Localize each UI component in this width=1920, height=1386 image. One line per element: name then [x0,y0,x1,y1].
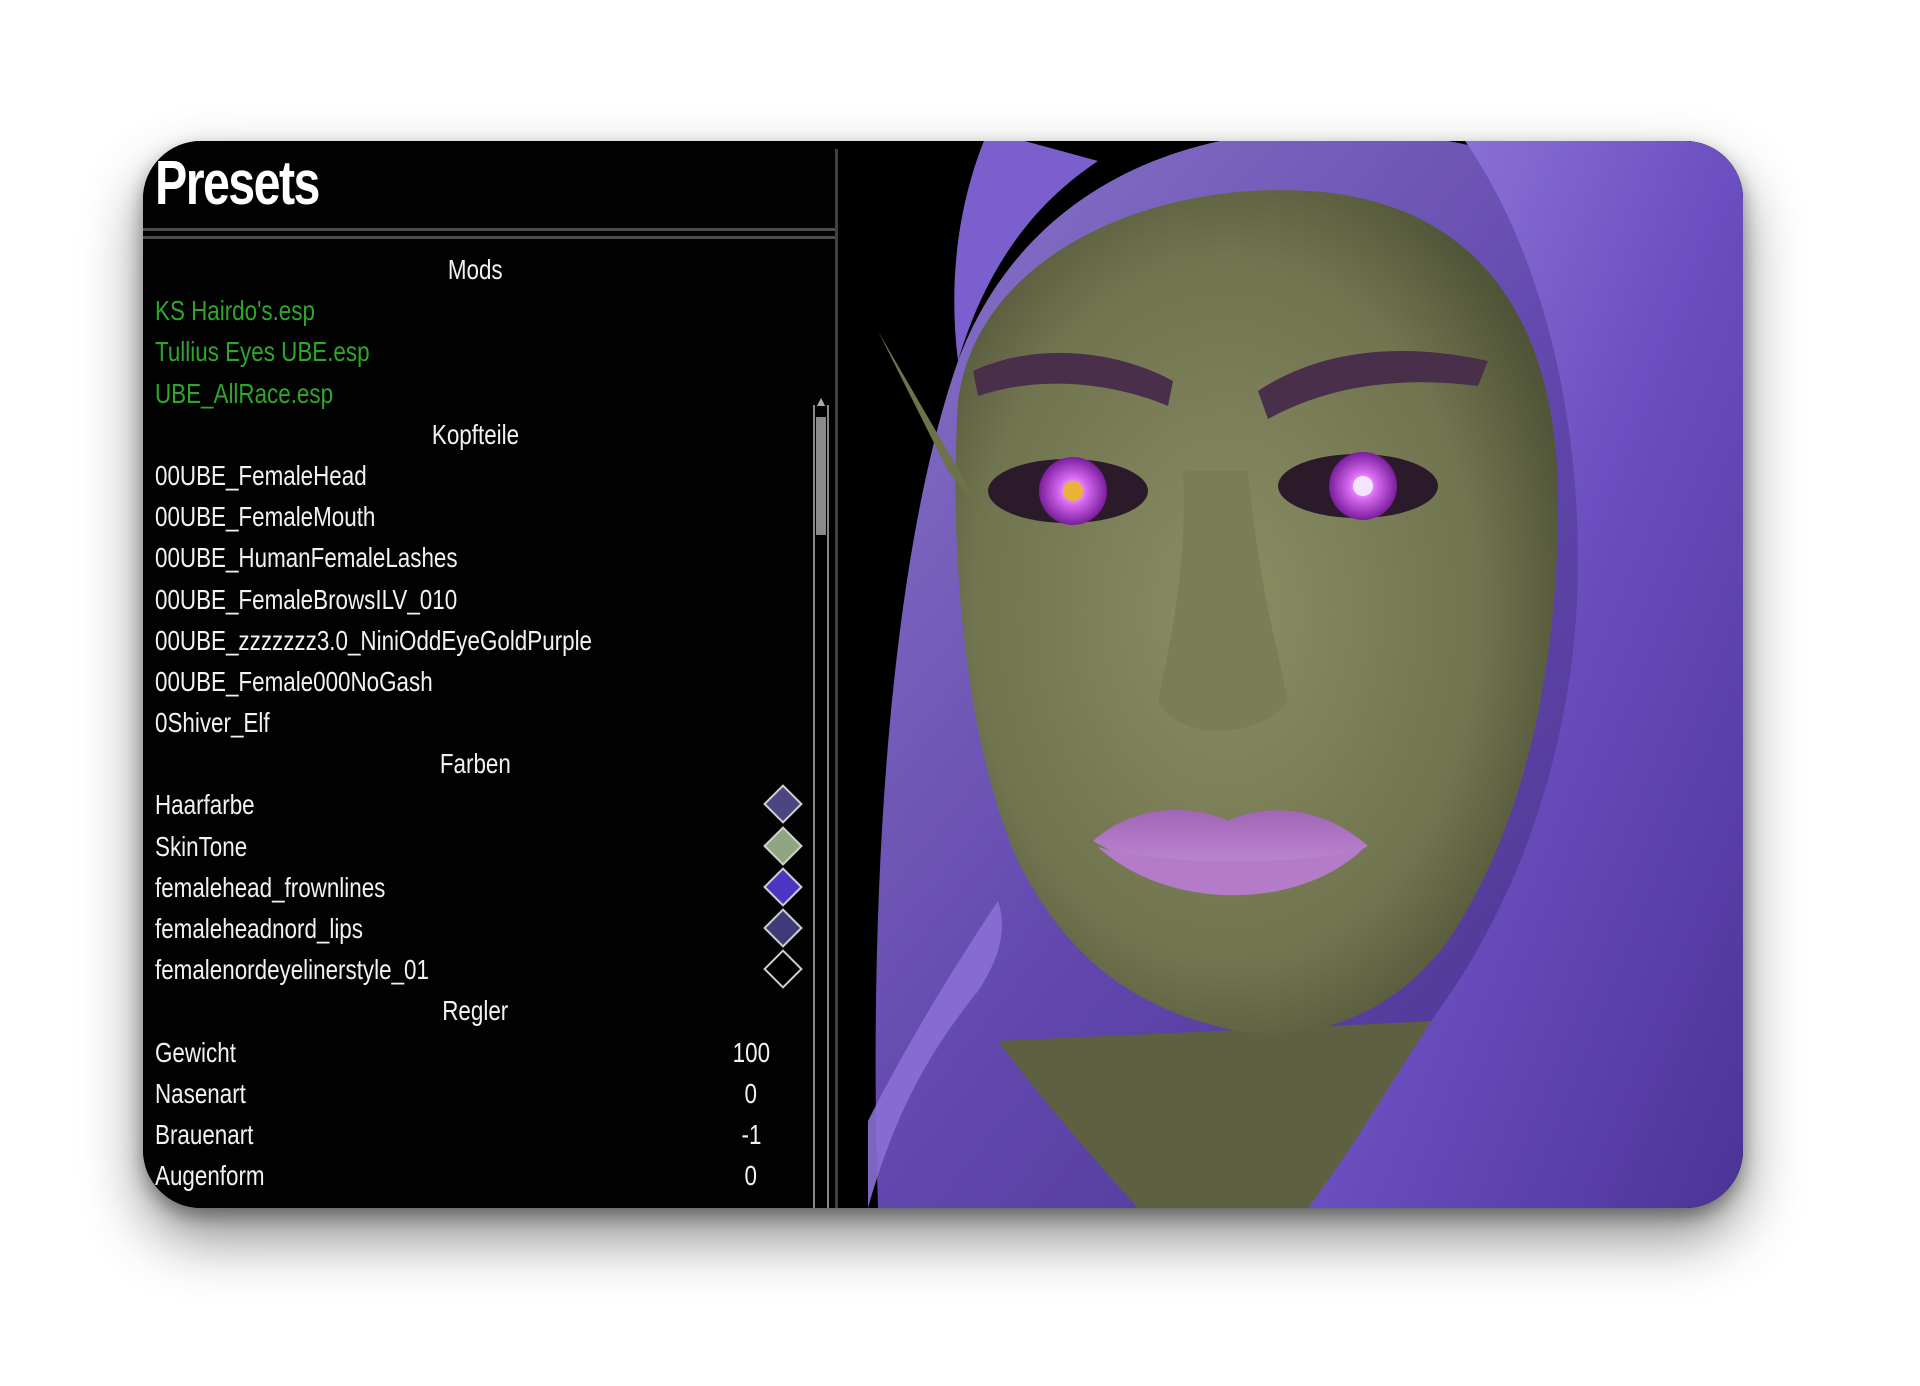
headpart-item[interactable]: 00UBE_FemaleMouth [155,496,795,537]
color-swatch[interactable] [763,949,803,989]
mod-item[interactable]: Tullius Eyes UBE.esp [155,331,795,372]
headpart-item[interactable]: 00UBE_HumanFemaleLashes [155,537,795,578]
color-item[interactable]: SkinTone [155,825,803,867]
color-item[interactable]: femaleheadnord_lips [155,908,803,949]
headpart-item[interactable]: 00UBE_Female000NoGash [155,661,795,702]
color-swatch[interactable] [763,867,803,907]
title-divider [143,228,835,231]
color-item[interactable]: femalenordeyelinerstyle_01 [155,949,803,990]
title-divider-2 [143,236,835,239]
section-header-colors: Farben [439,748,511,780]
slider-item[interactable]: Nasenart 0 [155,1073,795,1114]
headpart-item[interactable]: 0Shiver_Elf [155,702,795,743]
section-header-headparts: Kopfteile [431,418,519,450]
preset-window: Presets Mods KS Hairdo's.esp Tullius Eye… [143,141,1743,1208]
presets-panel: Presets Mods KS Hairdo's.esp Tullius Eye… [143,141,835,1208]
slider-value: 100 [732,1036,770,1068]
headpart-item[interactable]: 00UBE_zzzzzzz3.0_NiniOddEyeGoldPurple [155,620,795,661]
slider-item[interactable]: Gewicht 100 [155,1032,795,1073]
elf-face-illustration [838,141,1743,1208]
preset-list[interactable]: Mods KS Hairdo's.esp Tullius Eyes UBE.es… [155,249,803,1196]
slider-value: 0 [744,1077,758,1109]
slider-value: -1 [741,1118,761,1150]
section-header-mods: Mods [447,254,503,285]
character-portrait [838,141,1743,1208]
mod-item[interactable]: UBE_AllRace.esp [155,373,795,414]
color-swatch[interactable] [763,825,803,866]
headpart-item[interactable]: 00UBE_FemaleBrowsILV_010 [155,579,795,620]
section-header-sliders: Regler [441,995,508,1027]
scrollbar-thumb[interactable] [816,417,826,535]
headpart-item[interactable]: 00UBE_FemaleHead [155,455,795,496]
color-swatch[interactable] [763,908,803,948]
mod-item[interactable]: KS Hairdo's.esp [155,290,795,331]
color-item[interactable]: femalehead_frownlines [155,867,803,908]
slider-item[interactable]: Augenform 0 [155,1155,795,1196]
panel-title: Presets [155,149,320,218]
color-swatch[interactable] [763,784,803,825]
slider-item[interactable]: Brauenart -1 [155,1114,795,1155]
color-item[interactable]: Haarfarbe [155,784,803,825]
slider-value: 0 [744,1160,758,1192]
